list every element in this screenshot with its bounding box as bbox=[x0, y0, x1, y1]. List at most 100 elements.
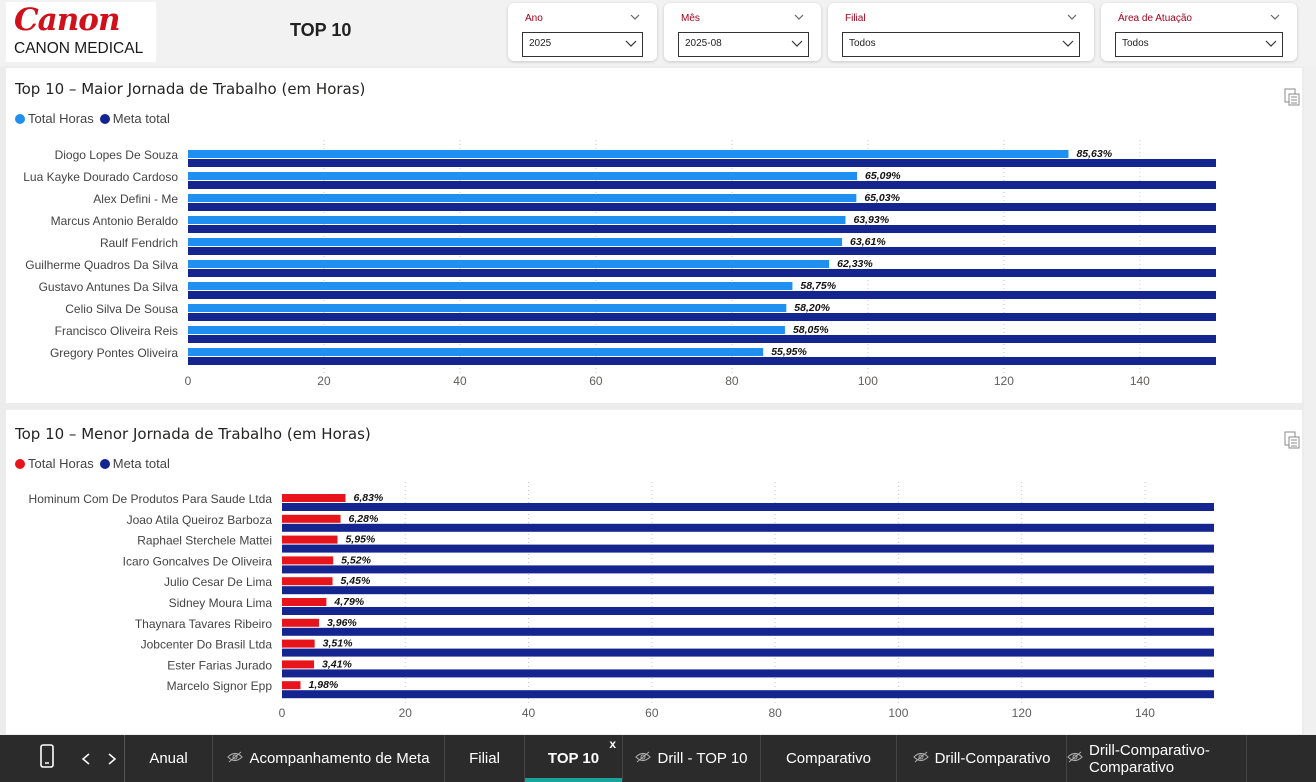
bar-total-horas[interactable] bbox=[188, 238, 843, 246]
filter-ano[interactable]: Ano 2025 bbox=[508, 3, 657, 61]
bar-total-horas[interactable] bbox=[282, 514, 341, 523]
bar-total-horas[interactable] bbox=[282, 681, 301, 690]
bar-meta-total[interactable] bbox=[282, 690, 1214, 699]
bar-total-horas[interactable] bbox=[188, 326, 785, 334]
bar-meta-total[interactable] bbox=[282, 544, 1214, 553]
logo-brand: Canon bbox=[14, 2, 121, 38]
bar-meta-total[interactable] bbox=[282, 648, 1214, 657]
bar-total-horas[interactable] bbox=[188, 260, 830, 268]
bar-meta-total[interactable] bbox=[282, 669, 1214, 678]
bar-total-horas[interactable] bbox=[188, 194, 857, 202]
bar-total-horas[interactable] bbox=[282, 639, 315, 648]
bar-total-horas[interactable] bbox=[282, 598, 327, 606]
page-tab-bar: Anual Acompanhamento de Meta Filial TOP 10 x… bbox=[0, 735, 1316, 782]
bar-meta-total[interactable] bbox=[188, 203, 1216, 211]
hidden-eye-icon bbox=[635, 750, 652, 767]
category-label: Joao Atila Queiroz Barboza bbox=[127, 513, 273, 527]
chevron-down-icon[interactable] bbox=[629, 12, 641, 22]
chart-panel-top: Top 10 – Maior Jornada de Trabalho (em H… bbox=[6, 68, 1302, 403]
bar-meta-total[interactable] bbox=[188, 313, 1216, 321]
page-tab[interactable]: Drill - TOP 10 bbox=[623, 735, 761, 782]
chevron-down-icon[interactable] bbox=[793, 12, 805, 22]
bar-meta-total[interactable] bbox=[282, 523, 1214, 532]
tab-label: Acompanhamento de Meta bbox=[249, 750, 430, 767]
bar-total-horas[interactable] bbox=[188, 348, 764, 356]
data-label: 3,96% bbox=[327, 617, 357, 629]
bar-meta-total[interactable] bbox=[282, 627, 1214, 636]
filter-dropdown[interactable]: Todos bbox=[842, 32, 1080, 57]
bar-meta-total[interactable] bbox=[282, 503, 1214, 511]
bar-total-horas[interactable] bbox=[282, 494, 346, 502]
bar-total-horas[interactable] bbox=[188, 172, 858, 180]
bar-meta-total[interactable] bbox=[282, 565, 1214, 574]
bar-meta-total[interactable] bbox=[188, 181, 1216, 189]
bar-total-horas[interactable] bbox=[188, 150, 1069, 158]
filter-dropdown[interactable]: 2025 bbox=[522, 32, 643, 57]
chevron-down-icon bbox=[625, 40, 637, 47]
filter-value: 2025-08 bbox=[685, 38, 722, 49]
vertical-scrollbar[interactable] bbox=[1304, 66, 1316, 734]
x-tick-label: 140 bbox=[1130, 374, 1150, 388]
bar-total-horas[interactable] bbox=[282, 618, 319, 627]
category-label: Hominum Com De Produtos Para Saude Ltda bbox=[29, 492, 273, 506]
category-label: Diogo Lopes De Souza bbox=[55, 148, 179, 162]
x-tick-label: 80 bbox=[768, 706, 782, 720]
filter-dropdown[interactable]: 2025-08 bbox=[678, 32, 809, 57]
category-label: Julio Cesar De Lima bbox=[164, 575, 272, 589]
report-header: Canon CANON MEDICAL TOP 10 Ano 2025 Mês … bbox=[0, 0, 1316, 66]
bar-total-horas[interactable] bbox=[188, 216, 846, 224]
tab-label: Drill-Comparativo bbox=[934, 750, 1051, 767]
bar-total-horas[interactable] bbox=[282, 660, 315, 669]
page-tab[interactable]: TOP 10 x bbox=[525, 735, 623, 782]
page-tab[interactable]: Drill-Comparativo-Comparativo bbox=[1067, 735, 1247, 782]
page-title: TOP 10 bbox=[290, 20, 352, 40]
x-tick-label: 40 bbox=[522, 706, 536, 720]
filter-label: Ano bbox=[525, 13, 543, 24]
bar-total-horas[interactable] bbox=[282, 535, 338, 544]
bar-meta-total[interactable] bbox=[188, 269, 1216, 277]
bar-meta-total[interactable] bbox=[282, 586, 1214, 595]
bar-meta-total[interactable] bbox=[188, 291, 1216, 299]
data-label: 6,83% bbox=[353, 492, 383, 504]
data-label: 5,95% bbox=[345, 534, 375, 546]
logo-subtitle: CANON MEDICAL bbox=[14, 40, 144, 57]
chevron-down-icon[interactable] bbox=[1269, 12, 1281, 22]
bar-meta-total[interactable] bbox=[188, 247, 1216, 255]
tab-label: Filial bbox=[469, 750, 500, 767]
filter-value: Todos bbox=[849, 38, 876, 49]
data-label: 5,45% bbox=[341, 575, 371, 587]
x-tick-label: 0 bbox=[279, 706, 286, 720]
bar-meta-total[interactable] bbox=[282, 607, 1214, 615]
bar-meta-total[interactable] bbox=[188, 357, 1216, 365]
page-tab[interactable]: Anual bbox=[125, 735, 213, 782]
chevron-down-icon[interactable] bbox=[1066, 12, 1078, 22]
bar-total-horas[interactable] bbox=[188, 282, 793, 290]
next-page-icon[interactable] bbox=[106, 751, 118, 765]
bar-meta-total[interactable] bbox=[188, 159, 1216, 167]
x-tick-label: 100 bbox=[858, 374, 878, 388]
filter-area-atuacao[interactable]: Área de Atuação Todos bbox=[1101, 3, 1297, 61]
chevron-down-icon bbox=[791, 40, 803, 47]
category-label: Marcus Antonio Beraldo bbox=[51, 214, 179, 228]
bar-total-horas[interactable] bbox=[188, 304, 787, 312]
filter-label: Filial bbox=[845, 13, 866, 24]
filter-filial[interactable]: Filial Todos bbox=[828, 3, 1094, 61]
data-label: 65,09% bbox=[865, 170, 901, 182]
filter-mes[interactable]: Mês 2025-08 bbox=[664, 3, 821, 61]
mobile-layout-icon[interactable] bbox=[38, 743, 56, 771]
close-tab-icon[interactable]: x bbox=[609, 737, 616, 751]
bar-meta-total[interactable] bbox=[188, 335, 1216, 343]
bar-total-horas[interactable] bbox=[282, 577, 333, 586]
bar-total-horas[interactable] bbox=[282, 556, 334, 565]
page-tab[interactable]: Drill-Comparativo bbox=[897, 735, 1067, 782]
data-label: 62,33% bbox=[837, 258, 873, 270]
bar-chart-top: 0 20 40 60 80 100 120 140 Diogo Lopes De Souza 85… bbox=[23, 140, 1216, 388]
previous-page-icon[interactable] bbox=[80, 751, 92, 765]
page-tab[interactable]: Acompanhamento de Meta bbox=[213, 735, 445, 782]
page-tab[interactable]: Comparativo bbox=[761, 735, 897, 782]
filter-dropdown[interactable]: Todos bbox=[1115, 32, 1283, 57]
bar-meta-total[interactable] bbox=[188, 225, 1216, 233]
page-tab[interactable]: Filial bbox=[445, 735, 525, 782]
x-tick-label: 80 bbox=[725, 374, 739, 388]
tab-label: Drill - TOP 10 bbox=[657, 750, 748, 767]
